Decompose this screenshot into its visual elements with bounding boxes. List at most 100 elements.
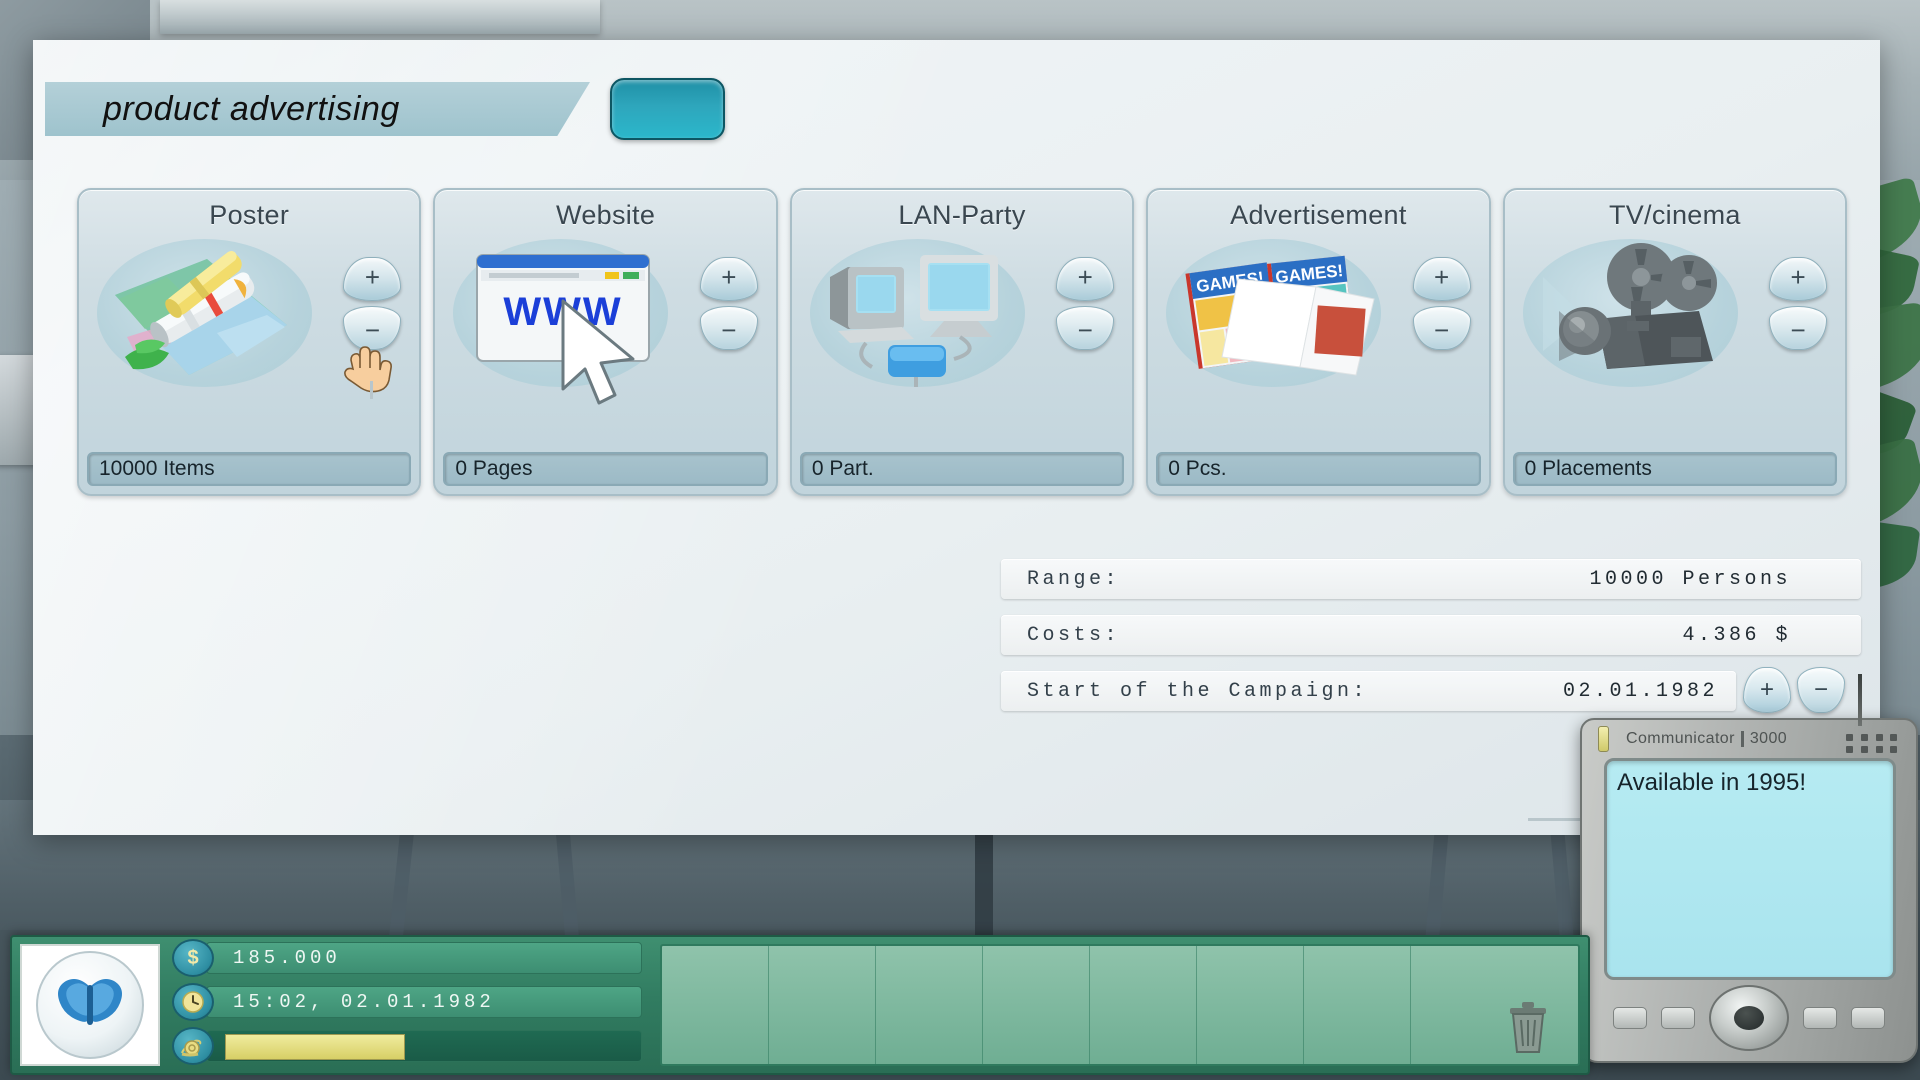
avatar[interactable] [20,944,160,1066]
clock-row: 15:02, 02.01.1982 [172,983,642,1021]
speaker-grille-icon [1846,734,1900,753]
range-row: Range: 10000 Persons [1001,559,1861,599]
snail-icon[interactable] [172,1027,214,1065]
card-tv-cinema[interactable]: TV/cinema [1503,188,1847,496]
campaign-start-value: 02.01.1982 [1563,680,1718,703]
money-value[interactable]: 185.000 [206,942,642,974]
plus-icon: + [365,264,380,290]
trash-icon[interactable] [1504,998,1552,1056]
pillar [975,820,993,950]
campaign-start-decrease-button[interactable]: − [1797,667,1845,713]
card-advertisement[interactable]: Advertisement GAMES! [1146,188,1490,496]
card-lan-party[interactable]: LAN-Party [790,188,1134,496]
range-label: Range: [1001,568,1120,591]
task-slot[interactable] [1304,946,1411,1064]
minus-icon: − [1790,317,1805,343]
avatar-circle [36,951,144,1059]
comm-button-left-1[interactable] [1613,1007,1647,1029]
plus-icon: + [1760,676,1774,704]
minus-icon: − [365,317,380,343]
poster-rolls-icon [97,233,315,391]
card-title: TV/cinema [1513,196,1837,231]
minus-icon: − [1434,317,1449,343]
advertisement-steppers: + − [1413,257,1475,355]
tv-cinema-increase-button[interactable]: + [1769,257,1827,301]
advertisement-decrease-button[interactable]: − [1413,306,1471,350]
card-title: LAN-Party [800,196,1124,231]
minus-icon: − [721,317,736,343]
advertisement-counter[interactable]: 0 Pcs. [1156,452,1480,486]
poster-steppers: + − [343,257,405,355]
task-slot[interactable] [662,946,769,1064]
status-led [1598,726,1609,752]
task-slot[interactable] [769,946,876,1064]
lan-party-steppers: + − [1056,257,1118,355]
website-steppers: + − [700,257,762,355]
comm-jog-wheel[interactable] [1709,985,1789,1051]
butterfly-avatar-icon [53,975,127,1035]
minus-icon: − [1078,317,1093,343]
networked-computers-icon [810,233,1028,391]
costs-row: Costs: 4.386 $ [1001,615,1861,655]
communicator-brand-text: Communicator [1626,730,1735,748]
advertising-window: product advertising Poster [33,40,1880,835]
website-increase-button[interactable]: + [700,257,758,301]
lan-party-counter[interactable]: 0 Part. [800,452,1124,486]
antenna [1858,674,1862,726]
task-slot[interactable] [983,946,1090,1064]
dollar-icon[interactable]: $ [172,939,214,977]
communicator-screen[interactable]: Available in 1995! [1604,758,1896,980]
communicator-device[interactable]: Communicator 3000 Available in 1995! [1580,718,1918,1063]
card-poster[interactable]: Poster [77,188,421,496]
website-counter[interactable]: 0 Pages [443,452,767,486]
clock-value[interactable]: 15:02, 02.01.1982 [206,986,642,1018]
speed-fill [225,1034,405,1060]
website-decrease-button[interactable]: − [700,306,758,350]
card-website[interactable]: Website WWW + [433,188,777,496]
clock-icon[interactable] [172,983,214,1021]
plus-icon: + [1434,264,1449,290]
campaign-summary: Range: 10000 Persons Costs: 4.386 $ Star… [1001,559,1861,727]
svg-text:WWW: WWW [504,290,623,334]
communicator-brand: Communicator 3000 [1626,730,1787,748]
lan-party-increase-button[interactable]: + [1056,257,1114,301]
film-projector-icon [1523,233,1741,391]
costs-value: 4.386 $ [1682,624,1791,647]
task-slot[interactable] [1197,946,1304,1064]
plus-icon: + [1078,264,1093,290]
poster-increase-button[interactable]: + [343,257,401,301]
task-slots[interactable] [660,944,1580,1066]
tv-cinema-decrease-button[interactable]: − [1769,306,1827,350]
comm-button-right-1[interactable] [1803,1007,1837,1029]
communicator-controls [1582,983,1916,1053]
minus-icon: − [1814,676,1828,704]
costs-label: Costs: [1001,624,1120,647]
comm-button-right-2[interactable] [1851,1007,1885,1029]
lan-party-decrease-button[interactable]: − [1056,306,1114,350]
speed-bar[interactable] [206,1030,642,1062]
browser-www-icon: WWW [453,233,671,391]
task-slot[interactable] [876,946,983,1064]
taskbar: $ 185.000 15:02, 02.01.1982 [10,935,1590,1075]
campaign-start-increase-button[interactable]: + [1743,667,1791,713]
games-magazines-icon: GAMES! GAMES! [1166,233,1384,391]
comm-button-left-2[interactable] [1661,1007,1695,1029]
tv-cinema-steppers: + − [1769,257,1831,355]
tv-cinema-counter[interactable]: 0 Placements [1513,452,1837,486]
page-title: product advertising [103,90,400,129]
advertisement-increase-button[interactable]: + [1413,257,1471,301]
plus-icon: + [721,264,736,290]
campaign-start-steppers: + − [1743,667,1845,713]
plus-icon: + [1790,264,1805,290]
advertising-channel-cards: Poster [77,188,1847,496]
card-title: Website [443,196,767,231]
confirm-button[interactable] [610,78,725,140]
poster-decrease-button[interactable]: − [343,306,401,350]
money-row: $ 185.000 [172,939,642,977]
range-value: 10000 Persons [1589,568,1791,591]
window-title-band: product advertising [45,82,590,136]
task-slot[interactable] [1090,946,1197,1064]
campaign-start-label: Start of the Campaign: [1001,680,1368,703]
speed-row [172,1027,642,1065]
poster-counter[interactable]: 10000 Items [87,452,411,486]
